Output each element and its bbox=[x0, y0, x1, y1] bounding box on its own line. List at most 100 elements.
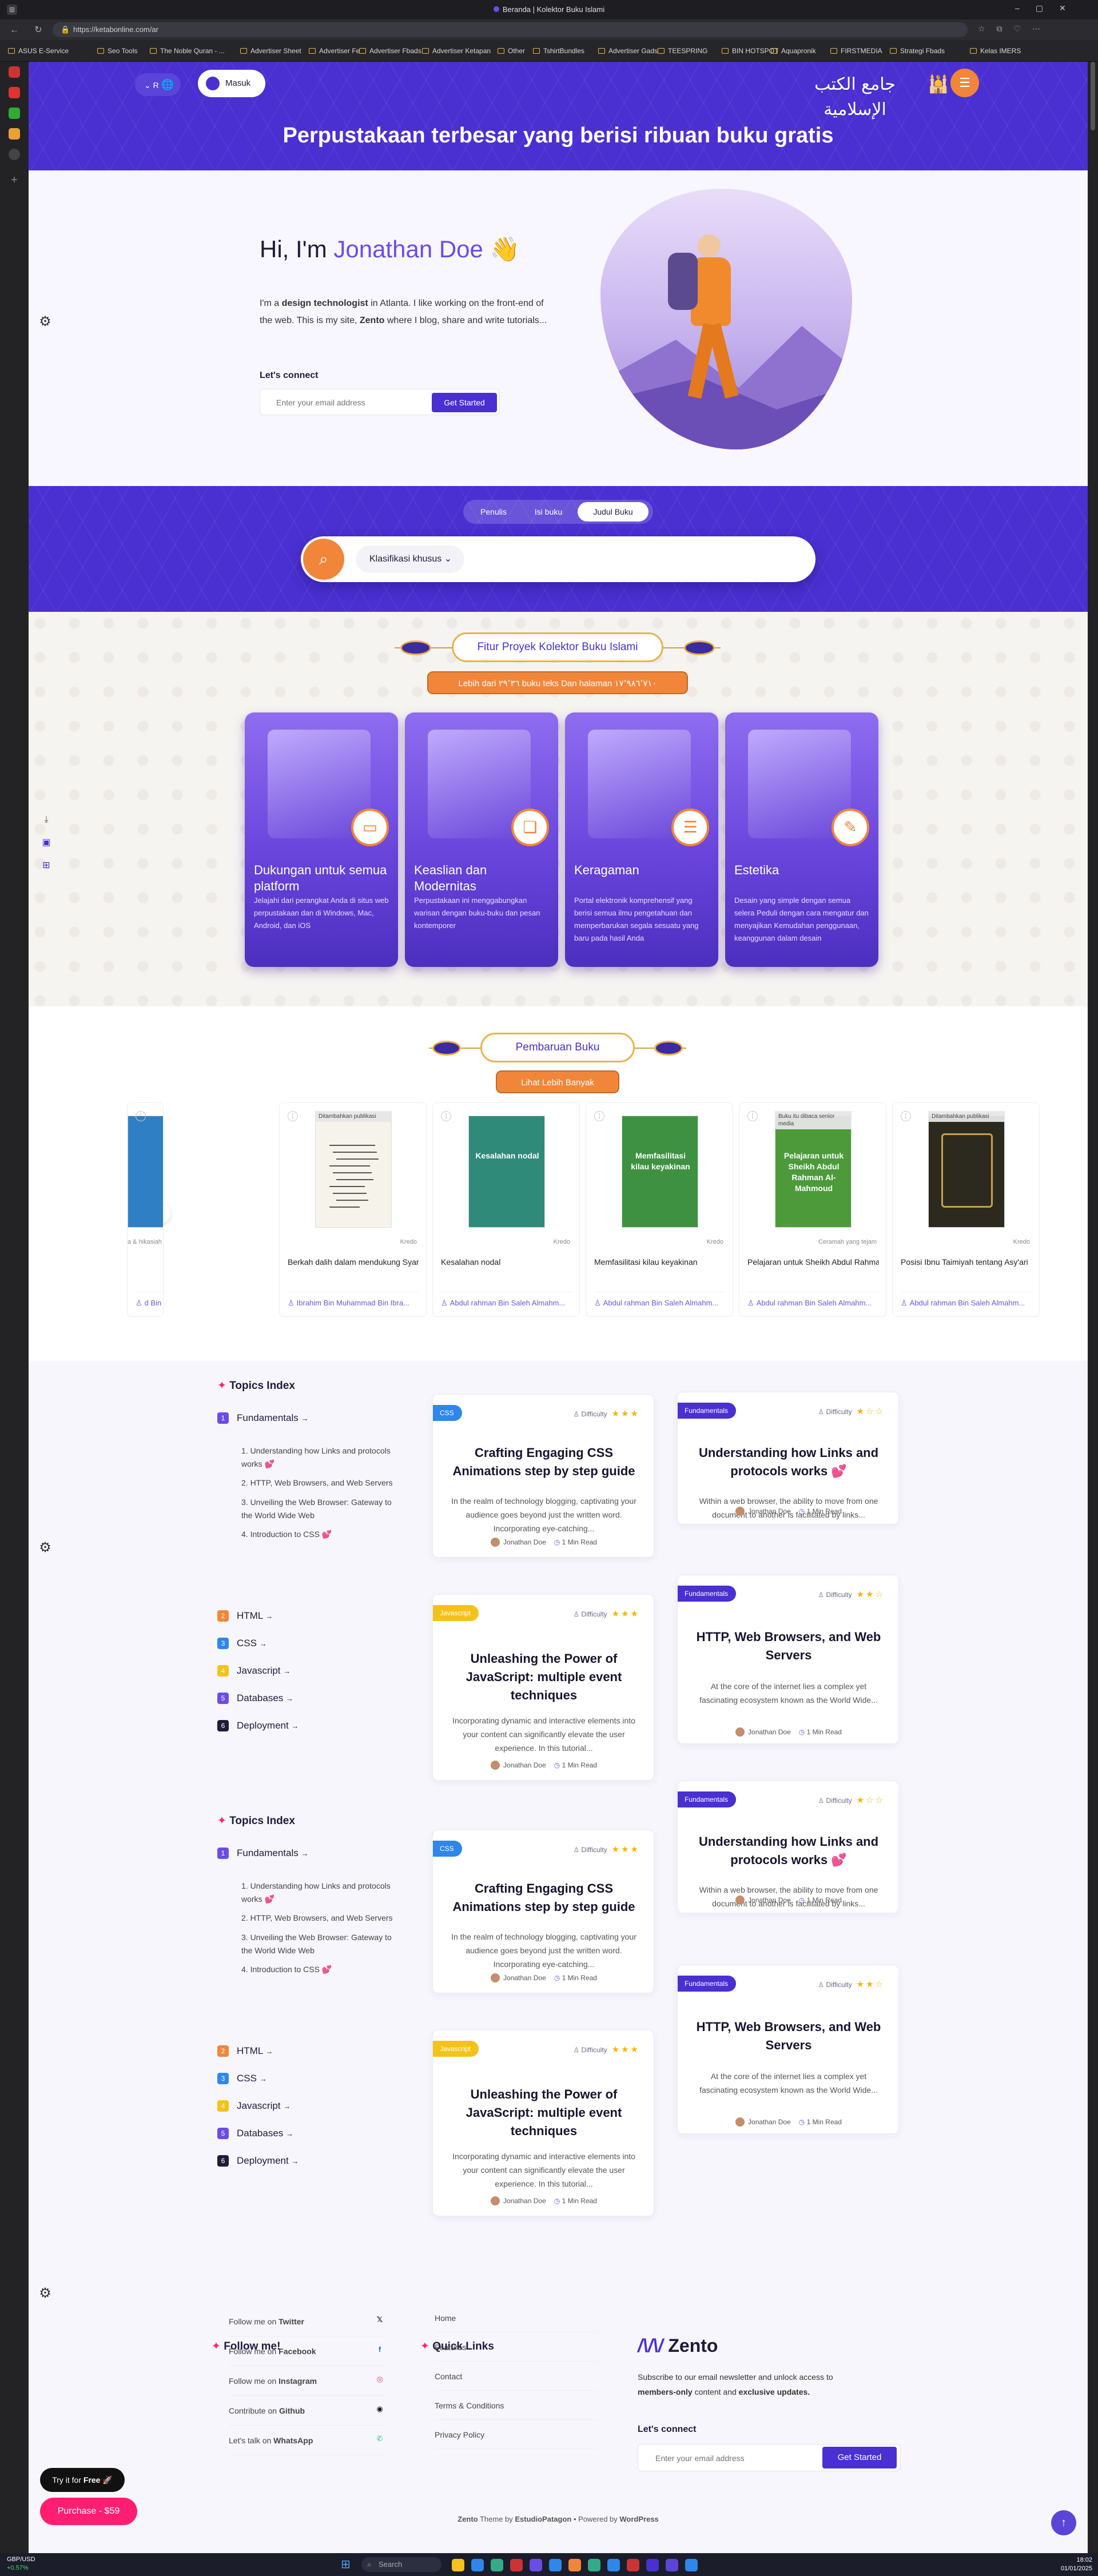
bookmark-item[interactable]: Strategi Fbads bbox=[890, 45, 945, 57]
more-icon[interactable]: ⋮ bbox=[901, 1111, 911, 1121]
book-author[interactable]: ♙ Ibrahim Bin Muhammad Bin Ibra... bbox=[288, 1299, 423, 1308]
topic-item[interactable]: 6 Deployment → bbox=[217, 1720, 299, 1731]
bookmark-item[interactable]: Aquapronik bbox=[771, 45, 816, 57]
taskbar-app-icon[interactable] bbox=[491, 2559, 503, 2571]
book-author[interactable]: ♙ Abdul rahman Bin Saleh Almahm... bbox=[901, 1299, 1036, 1308]
quick-link[interactable]: Terms & Conditions bbox=[435, 2391, 598, 2420]
post-category-tag[interactable]: Fundamentals bbox=[678, 1403, 737, 1419]
footer-get-started-button[interactable]: Get Started bbox=[822, 2447, 897, 2468]
bookmark-item[interactable]: ASUS E-Service bbox=[8, 45, 69, 57]
post-card[interactable]: Fundamentals ♙ Difficulty ★★☆ HTTP, Web Bro… bbox=[677, 1965, 899, 2134]
taskbar-app-icon[interactable] bbox=[588, 2559, 600, 2571]
follow-link[interactable]: Follow me on Twitter 𝕏 bbox=[229, 2307, 386, 2336]
sidebar-add-icon[interactable]: + bbox=[9, 174, 20, 187]
topic-item[interactable]: 5 Databases → bbox=[217, 1693, 293, 1704]
topic-item[interactable]: 3 CSS → bbox=[217, 2073, 267, 2084]
tab-isi-buku[interactable]: Isi buku bbox=[523, 503, 574, 520]
topic-item[interactable]: 1 Fundamentals → bbox=[217, 1848, 308, 1859]
post-category-tag[interactable]: Fundamentals bbox=[678, 1586, 737, 1602]
bookmark-item[interactable]: Other bbox=[498, 45, 525, 57]
post-card[interactable]: CSS ♙ Difficulty ★★★ Crafting Engaging CSS … bbox=[432, 1394, 654, 1558]
post-category-tag[interactable]: Javascript bbox=[433, 1605, 479, 1621]
book-card[interactable]: Kesalahan nodal ⋮ Kredo Kesalahan nodal ♙ Abd… bbox=[432, 1102, 580, 1317]
post-title[interactable]: Understanding how Links and protocols wo… bbox=[691, 1833, 886, 1869]
book-title[interactable]: Posisi Ibnu Taimiyah tentang Asy'ari bbox=[901, 1257, 1032, 1267]
topic-item[interactable]: 4 Javascript → bbox=[217, 1665, 291, 1677]
bookmark-item[interactable]: Advertiser Sheet bbox=[240, 45, 301, 57]
post-card[interactable]: Fundamentals ♙ Difficulty ★☆☆ Understanding… bbox=[677, 1392, 899, 1524]
quick-link[interactable]: Features bbox=[435, 2332, 598, 2362]
tab-penulis[interactable]: Penulis bbox=[468, 503, 519, 520]
browser-toolbar-icons[interactable]: ☆⧉♡⋯ bbox=[978, 24, 1087, 35]
ticker-widget[interactable]: GBP/USD +0.57% bbox=[7, 2555, 35, 2573]
post-title[interactable]: Unleashing the Power of JavaScript: mult… bbox=[447, 1650, 641, 1705]
bookmark-item[interactable]: Advertiser Fe bbox=[309, 45, 360, 57]
bookmark-item[interactable]: FIRSTMEDIA bbox=[830, 45, 882, 57]
bookmark-item[interactable]: Advertiser Fbads bbox=[359, 45, 421, 57]
book-card[interactable]: ⋮ a & hikasiah ♙d Bin Bra... bbox=[127, 1102, 164, 1317]
topic-subitem[interactable]: 1. Understanding how Links and protocols… bbox=[241, 1880, 396, 1906]
book-card[interactable]: Ditambahkan publikasi ⋮ Kredo Posisi Ibnu T… bbox=[892, 1102, 1040, 1317]
post-category-tag[interactable]: CSS bbox=[433, 1841, 462, 1857]
post-title[interactable]: Crafting Engaging CSS Animations step by… bbox=[447, 1444, 641, 1480]
post-card[interactable]: Javascript ♙ Difficulty ★★★ Unleashing the … bbox=[432, 1594, 654, 1781]
android-icon[interactable]: ▣ bbox=[41, 831, 51, 854]
back-icon[interactable]: ← bbox=[8, 24, 21, 37]
topic-item[interactable]: 1 Fundamentals → bbox=[217, 1412, 308, 1424]
language-switcher[interactable]: ⌄ R 🌐 bbox=[135, 73, 181, 96]
url-field[interactable]: 🔒 https://ketabonline.com/ar bbox=[53, 22, 968, 37]
download-icon[interactable]: ⤓ bbox=[41, 809, 51, 831]
topic-item[interactable]: 2 HTML → bbox=[217, 1610, 273, 1622]
windows-icon[interactable]: ⊞ bbox=[41, 854, 51, 877]
reload-icon[interactable]: ↻ bbox=[32, 24, 45, 37]
menu-button[interactable]: ☰ bbox=[950, 69, 979, 97]
taskbar-app-icon[interactable] bbox=[549, 2559, 562, 2571]
book-title[interactable]: Kesalahan nodal bbox=[441, 1257, 572, 1267]
topic-item[interactable]: 4 Javascript → bbox=[217, 2100, 291, 2112]
feature-card[interactable]: ✎ Estetika Desain yang simple dengan semua… bbox=[725, 712, 878, 967]
topic-item[interactable]: 5 Databases → bbox=[217, 2128, 293, 2139]
sidebar-app-icon[interactable] bbox=[9, 66, 20, 78]
taskbar-app-icon[interactable] bbox=[646, 2559, 659, 2571]
site-logo[interactable]: جامع الكتب الإسلامية bbox=[789, 72, 921, 120]
bookmark-item[interactable]: The Noble Quran - ... bbox=[150, 45, 225, 57]
book-title[interactable]: Berkah dalih dalam mendukung Syariah bbox=[288, 1257, 419, 1267]
topic-subitem[interactable]: 4. Introduction to CSS 💕 bbox=[241, 1963, 396, 1976]
topic-item[interactable]: 3 CSS → bbox=[217, 1638, 267, 1649]
more-icon[interactable]: ⋮ bbox=[747, 1111, 758, 1121]
follow-link[interactable]: Follow me on Instagram ◎ bbox=[229, 2366, 386, 2396]
taskbar-app-icon[interactable] bbox=[607, 2559, 620, 2571]
download-links[interactable]: ⤓ ▣ ⊞ bbox=[41, 809, 51, 877]
tab-judul-buku[interactable]: Judul Buku bbox=[578, 502, 649, 521]
quick-link[interactable]: Privacy Policy bbox=[435, 2420, 598, 2449]
settings-gear-icon[interactable]: ⚙ bbox=[37, 1539, 54, 1556]
book-author[interactable]: ♙ Abdul rahman Bin Saleh Almahm... bbox=[594, 1299, 729, 1308]
topic-subitem[interactable]: 1. Understanding how Links and protocols… bbox=[241, 1444, 396, 1471]
taskbar-app-icon[interactable] bbox=[627, 2559, 639, 2571]
book-author[interactable]: ♙d Bin Bra... bbox=[136, 1299, 163, 1308]
post-category-tag[interactable]: Fundamentals bbox=[678, 1791, 737, 1807]
follow-link[interactable]: Contribute on Github ◉ bbox=[229, 2396, 386, 2426]
more-icon[interactable]: ⋮ bbox=[594, 1111, 604, 1121]
post-category-tag[interactable]: CSS bbox=[433, 1405, 462, 1421]
post-title[interactable]: Crafting Engaging CSS Animations step by… bbox=[447, 1880, 641, 1916]
bookmark-item[interactable]: Seo Tools bbox=[97, 45, 137, 57]
bookmark-item[interactable]: TEESPRING bbox=[658, 45, 707, 57]
book-card[interactable]: Ditambahkan publikasi ⋮ Kredo Berkah dalih … bbox=[279, 1102, 427, 1317]
scroll-top-button[interactable]: ↑ bbox=[1051, 2510, 1076, 2535]
feature-card[interactable]: ▭ Dukungan untuk semua platform Jelajahi d… bbox=[245, 712, 398, 967]
post-category-tag[interactable]: Fundamentals bbox=[678, 1976, 737, 1992]
login-button[interactable]: Masuk bbox=[198, 70, 265, 97]
topic-item[interactable]: 6 Deployment → bbox=[217, 2155, 299, 2167]
view-more-button[interactable]: Lihat Lebih Banyak bbox=[496, 1070, 619, 1093]
settings-gear-icon[interactable]: ⚙ bbox=[37, 2285, 54, 2302]
post-title[interactable]: Unleashing the Power of JavaScript: mult… bbox=[447, 2085, 641, 2140]
follow-link[interactable]: Follow me on Facebook f bbox=[229, 2336, 386, 2366]
post-card[interactable]: Fundamentals ♙ Difficulty ★☆☆ Understanding… bbox=[677, 1781, 899, 1913]
more-icon[interactable]: ⋮ bbox=[288, 1111, 298, 1121]
footer-email-input[interactable] bbox=[642, 2448, 813, 2468]
clock[interactable]: 18:02 01/01/2025 bbox=[1056, 2556, 1092, 2573]
bookmark-item[interactable]: TshirtBundles bbox=[533, 45, 584, 57]
topic-subitem[interactable]: 4. Introduction to CSS 💕 bbox=[241, 1528, 396, 1541]
book-card[interactable]: Memfasilitasi kilau keyakinan ⋮ Kredo Memfa… bbox=[586, 1102, 733, 1317]
